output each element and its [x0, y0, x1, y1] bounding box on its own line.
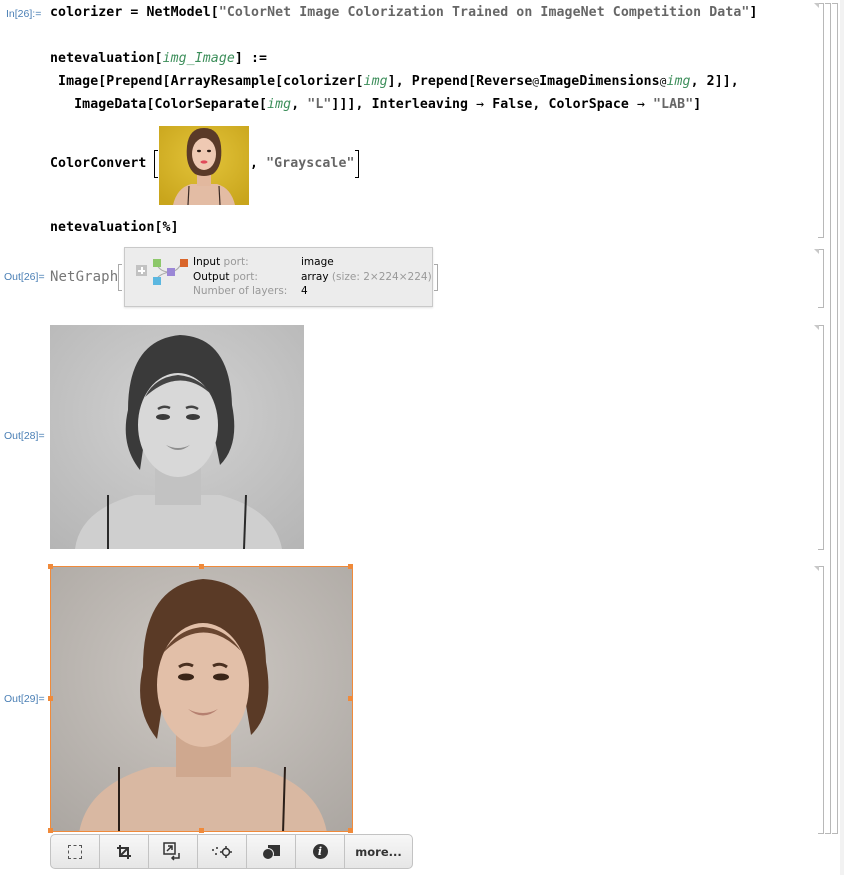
output-label: Out[26]= — [4, 271, 45, 283]
key-bold: Input — [193, 256, 221, 268]
graph-node-icon — [153, 259, 161, 267]
code-fragment: , — [291, 97, 308, 112]
resize-button[interactable] — [149, 835, 198, 868]
grayscale-image[interactable] — [50, 325, 304, 549]
crop-button[interactable] — [100, 835, 149, 868]
cell-bracket[interactable] — [814, 3, 824, 238]
group-bracket[interactable] — [832, 3, 838, 834]
output-port-key: Output port: — [193, 271, 258, 283]
graph-node-icon — [153, 277, 161, 285]
mask-button[interactable] — [247, 835, 296, 868]
colorized-image[interactable] — [50, 566, 353, 832]
netgraph-head: NetGraph — [50, 269, 119, 285]
output-port-value: array (size: 2×224×224) — [301, 271, 432, 283]
symbol: colorizer — [50, 5, 123, 20]
mask-icon — [262, 844, 280, 860]
layers-value: 4 — [301, 285, 308, 297]
output-label: Out[29]= — [4, 693, 45, 705]
function-name: NetModel[ — [146, 5, 219, 20]
code-fragment: False, ColorSpace — [484, 97, 637, 112]
cell-bracket[interactable] — [814, 325, 824, 550]
input-port-value: image — [301, 256, 334, 268]
resize-icon — [163, 841, 180, 861]
thumbnail-image[interactable] — [159, 126, 249, 205]
key-suffix: port: — [229, 271, 258, 283]
cell-bracket[interactable] — [814, 566, 824, 834]
resize-handle[interactable] — [199, 828, 204, 833]
bracket: ] — [749, 5, 758, 20]
more-button[interactable]: more... — [345, 835, 412, 868]
colorized-portrait-icon — [51, 567, 352, 831]
code-fragment: ]]], Interleaving — [331, 97, 477, 112]
netgraph-summary-box: Input port: image Output port: array (si… — [124, 247, 433, 307]
code-line-imagedata[interactable]: ImageData[ColorSeparate[img, "L"]]], Int… — [50, 96, 701, 114]
crop-icon — [117, 844, 131, 859]
key-bold: Output — [193, 271, 230, 283]
grayscale-portrait-icon — [50, 325, 304, 549]
code-fragment: ], Prepend[Reverse — [387, 74, 533, 89]
string-literal: "LAB" — [653, 97, 694, 112]
layers-key: Number of layers: — [193, 285, 288, 297]
select-button[interactable] — [51, 835, 100, 868]
pattern-variable: img_Image — [162, 51, 235, 66]
operator: ] := — [234, 51, 268, 66]
code-line-definition[interactable]: netevaluation[img_Image] := — [50, 50, 267, 68]
image-toolbar: i more... — [50, 834, 413, 869]
key-suffix: port: — [220, 256, 249, 268]
function-name: netevaluation[ — [50, 51, 163, 66]
info-icon: i — [312, 844, 328, 859]
portrait-thumbnail-icon — [159, 126, 249, 205]
plus-icon[interactable] — [136, 265, 147, 276]
code-fragment: ImageDimensions — [539, 74, 660, 89]
resize-handle[interactable] — [348, 696, 353, 701]
code-fragment: , 2]], — [690, 74, 739, 89]
close-bracket — [434, 264, 438, 291]
value-main: array — [301, 271, 329, 283]
code-fragment: , "Grayscale" — [250, 155, 355, 173]
code-fragment: ] — [693, 97, 702, 112]
open-bracket — [154, 150, 158, 178]
rule-arrow: → — [476, 97, 485, 112]
input-port-key: Input port: — [193, 256, 249, 268]
resize-handle[interactable] — [48, 696, 53, 701]
variable: img — [363, 74, 388, 89]
value-size: (size: 2×224×224) — [328, 271, 432, 283]
resize-handle[interactable] — [348, 564, 353, 569]
cell-bracket[interactable] — [814, 249, 824, 308]
code-line-colorizer[interactable]: colorizer = NetModel["ColorNet Image Col… — [50, 4, 758, 22]
graph-node-icon — [167, 268, 175, 276]
select-icon — [68, 844, 82, 859]
code-fragment: Image[Prepend[ArrayResample[colorizer[ — [50, 74, 364, 89]
scrollbar[interactable] — [840, 0, 844, 875]
resize-handle[interactable] — [48, 564, 53, 569]
group-bracket[interactable] — [825, 3, 831, 834]
string-literal: "L" — [307, 97, 332, 112]
resize-handle[interactable] — [348, 828, 353, 833]
output-label: Out[28]= — [4, 430, 45, 442]
function-name: ColorConvert — [50, 156, 147, 171]
info-button[interactable]: i — [296, 835, 345, 868]
code-fragment — [645, 97, 653, 112]
graph-node-icon — [180, 259, 188, 267]
operator: = — [122, 5, 147, 20]
variable: img — [267, 97, 292, 112]
rule-arrow: → — [636, 97, 645, 112]
string-literal: "ColorNet Image Colorization Trained on … — [218, 5, 750, 20]
coordinates-icon — [212, 845, 232, 858]
string-literal: "Grayscale" — [266, 156, 355, 171]
close-bracket — [355, 150, 359, 178]
code-fragment: ImageData[ColorSeparate[ — [50, 97, 268, 112]
separator: , — [250, 156, 267, 171]
input-label: In[26]:= — [6, 8, 42, 20]
coordinates-button[interactable] — [198, 835, 247, 868]
open-bracket — [118, 264, 122, 291]
resize-handle[interactable] — [48, 828, 53, 833]
code-line-image[interactable]: Image[Prepend[ArrayResample[colorizer[im… — [50, 73, 739, 91]
resize-handle[interactable] — [199, 564, 204, 569]
variable: img — [666, 74, 691, 89]
code-line-evaluation[interactable]: netevaluation[%] — [50, 219, 179, 237]
